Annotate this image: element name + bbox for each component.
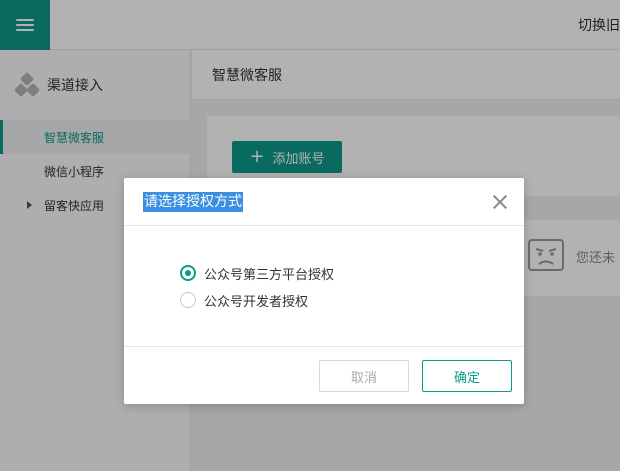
- dialog-header: 请选择授权方式: [124, 178, 524, 226]
- close-icon[interactable]: [492, 194, 508, 210]
- radio-unchecked-icon[interactable]: [180, 292, 196, 308]
- radio-option-developer[interactable]: 公众号开发者授权: [180, 290, 308, 310]
- dialog-footer: 取消 确定: [124, 346, 524, 404]
- confirm-button[interactable]: 确定: [422, 360, 512, 392]
- radio-option-label: 公众号开发者授权: [204, 294, 309, 310]
- cancel-button[interactable]: 取消: [319, 360, 409, 392]
- auth-method-dialog: 请选择授权方式 公众号第三方平台授权 公众号开发者授权 取消 确定: [124, 178, 524, 404]
- radio-option-label: 公众号第三方平台授权: [204, 267, 335, 283]
- radio-option-third-party[interactable]: 公众号第三方平台授权: [180, 263, 334, 283]
- radio-checked-icon[interactable]: [180, 265, 196, 281]
- dialog-title: 请选择授权方式: [143, 192, 243, 212]
